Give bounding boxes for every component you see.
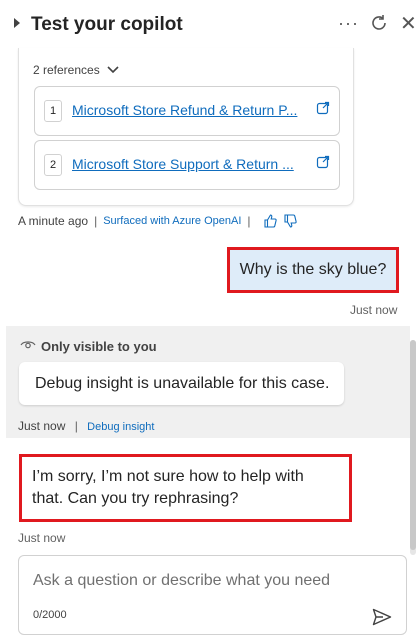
open-external-icon[interactable]	[316, 155, 330, 169]
bot-message-bubble: I’m sorry, I’m not sure how to help with…	[19, 454, 352, 522]
reference-number: 2	[44, 154, 62, 176]
collapse-caret-icon[interactable]	[14, 18, 20, 28]
close-icon[interactable]: ✕	[400, 11, 417, 36]
references-toggle[interactable]: 2 references	[33, 63, 119, 77]
open-external-icon[interactable]	[316, 101, 330, 115]
meta-divider: |	[247, 214, 251, 228]
character-count: 0/2000	[33, 609, 67, 621]
reference-number: 1	[44, 100, 62, 122]
reference-link[interactable]: Microsoft Store Support & Return ...	[72, 156, 302, 172]
bot-message-line: that. Can you try rephrasing?	[32, 490, 239, 507]
debug-message-bubble: Debug insight is unavailable for this ca…	[19, 362, 344, 405]
more-options-icon[interactable]: ···	[338, 13, 359, 34]
panel-title: Test your copilot	[31, 14, 183, 35]
user-message-bubble: Why is the sky blue?	[227, 247, 399, 293]
eye-icon	[20, 341, 36, 349]
chevron-down-icon	[107, 66, 119, 74]
reference-item-2[interactable]: 2 Microsoft Store Support & Return ...	[34, 140, 340, 190]
message-input[interactable]	[33, 572, 373, 590]
send-icon[interactable]	[372, 608, 392, 626]
debug-insight-link[interactable]: Debug insight	[87, 421, 154, 433]
user-message-text: Why is the sky blue?	[239, 261, 387, 278]
reference-item-1[interactable]: 1 Microsoft Store Refund & Return P...	[34, 86, 340, 136]
debug-message-text: Debug insight is unavailable for this ca…	[35, 374, 330, 392]
scrollbar-thumb[interactable]	[410, 340, 416, 550]
meta-divider: |	[94, 214, 98, 228]
meta-divider: |	[74, 419, 78, 433]
debug-meta-row: Just now | Debug insight	[18, 419, 154, 433]
bot-message-timestamp: Just now	[18, 531, 66, 545]
response-meta-row: A minute ago | Surfaced with Azure OpenA…	[18, 214, 297, 228]
message-composer: 0/2000	[18, 555, 407, 635]
thumbs-up-icon[interactable]	[263, 214, 277, 228]
response-timestamp: A minute ago	[18, 214, 89, 228]
refresh-icon[interactable]	[368, 12, 390, 34]
visibility-label: Only visible to you	[41, 339, 157, 354]
user-message-timestamp: Just now	[350, 303, 398, 317]
azure-openai-source-link[interactable]: Surfaced with Azure OpenAI	[103, 215, 241, 227]
references-count-label: 2 references	[33, 63, 100, 77]
bot-message-line: I’m sorry, I’m not sure how to help with	[32, 468, 304, 485]
reference-link[interactable]: Microsoft Store Refund & Return P...	[72, 102, 302, 118]
thumbs-down-icon[interactable]	[283, 214, 297, 228]
debug-timestamp: Just now	[18, 419, 66, 433]
